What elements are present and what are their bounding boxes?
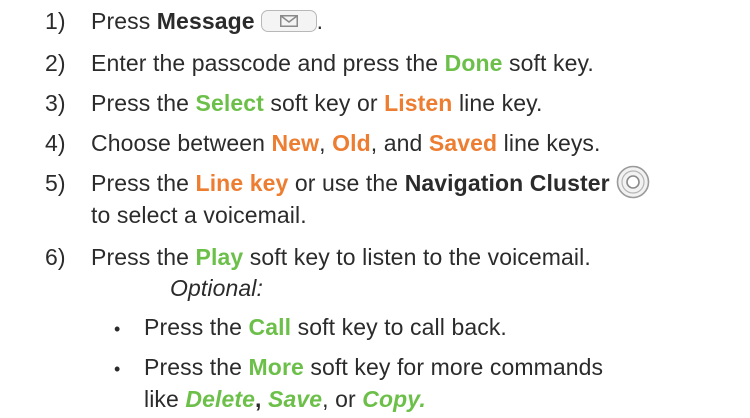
step-number: 3) — [45, 90, 66, 116]
navigation-cluster-label: Navigation Cluster — [404, 170, 610, 196]
message-key-icon — [260, 9, 317, 32]
done-softkey-label: Done — [444, 50, 503, 76]
optional-label: Optional: — [170, 275, 263, 301]
bullet-2-continuation: like Delete, Save, or Copy. — [144, 384, 426, 414]
step-text: line key. — [452, 90, 543, 116]
step-5: 5) Press the Line key or use the Navigati… — [45, 165, 650, 199]
step-text: , — [319, 130, 333, 156]
step-text: soft key or — [263, 90, 385, 116]
envelope-icon — [279, 14, 298, 27]
step-text: Enter the passcode and press the — [91, 50, 445, 76]
step-text: soft key to listen to the voicemail. — [243, 244, 591, 270]
bullet-text: soft key to call back. — [291, 314, 507, 340]
bullet-marker: • — [114, 319, 121, 339]
more-softkey-label: More — [248, 354, 304, 380]
bullet-text: soft key for more commands — [303, 354, 604, 380]
step-2: 2) Enter the passcode and press the Done … — [45, 48, 594, 78]
step-text: Press the — [91, 170, 196, 196]
step-6: 6) Press the Play soft key to listen to t… — [45, 242, 591, 272]
step-5-continuation: to select a voicemail. — [91, 200, 307, 230]
line-key-label: Line key — [195, 170, 289, 196]
saved-linekey-label: Saved — [428, 130, 498, 156]
listen-linekey-label: Listen — [384, 90, 453, 116]
instruction-document: 1) Press Message. 2) Enter the passcode an… — [0, 0, 750, 418]
bullet-1: • Press the Call soft key to call back. — [114, 312, 507, 344]
bullet-text: Press the — [144, 314, 249, 340]
step-text: Press — [91, 8, 157, 34]
save-command-label: Save — [268, 386, 323, 412]
bullet-text: , — [255, 386, 269, 412]
call-softkey-label: Call — [248, 314, 292, 340]
step-text: or use the — [288, 170, 405, 196]
copy-command-label: Copy. — [362, 386, 426, 412]
step-text: , and — [370, 130, 429, 156]
bullet-text: like — [144, 386, 186, 412]
play-softkey-label: Play — [195, 244, 244, 270]
navigation-cluster-icon — [616, 165, 650, 199]
step-3: 3) Press the Select soft key or Listen li… — [45, 88, 543, 118]
step-text: Choose between — [91, 130, 272, 156]
old-linekey-label: Old — [332, 130, 371, 156]
step-number: 2) — [45, 50, 66, 76]
step-number: 5) — [45, 170, 66, 196]
step-text: to select a voicemail. — [91, 202, 307, 228]
delete-command-label: Delete — [185, 386, 256, 412]
step-text: line keys. — [497, 130, 601, 156]
step-number: 1) — [45, 8, 66, 34]
step-text: Press the — [91, 244, 196, 270]
step-text: . — [316, 8, 324, 34]
new-linekey-label: New — [271, 130, 320, 156]
bullet-text: , or — [322, 386, 363, 412]
bullet-marker: • — [114, 359, 121, 379]
step-text: Press the — [91, 90, 196, 116]
select-softkey-label: Select — [195, 90, 264, 116]
bullet-2: • Press the More soft key for more comman… — [114, 352, 603, 384]
step-number: 6) — [45, 244, 66, 270]
bullet-text: Press the — [144, 354, 249, 380]
message-label: Message — [156, 8, 255, 34]
step-1: 1) Press Message. — [45, 6, 323, 36]
step-text: soft key. — [502, 50, 594, 76]
step-number: 4) — [45, 130, 66, 156]
step-4: 4) Choose between New, Old, and Saved lin… — [45, 128, 601, 158]
